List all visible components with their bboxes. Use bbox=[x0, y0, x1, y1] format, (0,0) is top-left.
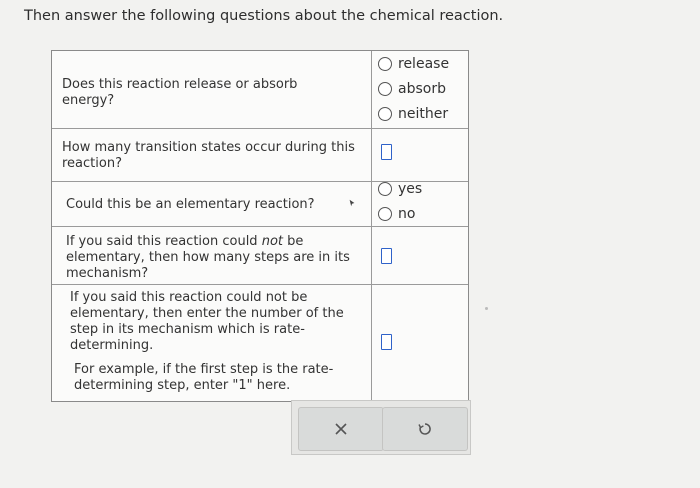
option-release[interactable]: release bbox=[378, 56, 449, 72]
dust-mark bbox=[485, 307, 488, 310]
option-no[interactable]: no bbox=[378, 206, 415, 222]
question-elementary: Could this be an elementary reaction? bbox=[66, 197, 315, 212]
radio-icon[interactable] bbox=[378, 82, 392, 96]
table-row: Does this reaction release or absorb ene… bbox=[52, 51, 468, 129]
table-row: If you said this reaction could not be e… bbox=[52, 284, 468, 403]
undo-icon bbox=[418, 423, 431, 435]
radio-icon[interactable] bbox=[378, 107, 392, 121]
transition-states-input[interactable] bbox=[381, 144, 392, 160]
reset-button[interactable] bbox=[382, 407, 468, 451]
option-absorb[interactable]: absorb bbox=[378, 81, 446, 97]
instructions: Then answer the following questions abou… bbox=[24, 8, 504, 24]
question-rate-determining: If you said this reaction could not be e… bbox=[70, 290, 344, 353]
action-bar bbox=[291, 400, 471, 455]
option-neither[interactable]: neither bbox=[378, 106, 448, 122]
question-mechanism-steps: If you said this reaction could not be e… bbox=[66, 234, 350, 281]
question-table: Does this reaction release or absorb ene… bbox=[51, 50, 469, 402]
question-energy: Does this reaction release or absorb ene… bbox=[62, 77, 298, 108]
x-icon bbox=[335, 423, 347, 435]
radio-icon[interactable] bbox=[378, 182, 392, 196]
table-row: If you said this reaction could not be e… bbox=[52, 226, 468, 285]
table-row: How many transition states occur during … bbox=[52, 128, 468, 182]
mouse-cursor-icon bbox=[349, 199, 355, 207]
table-row: Could this be an elementary reaction? ye… bbox=[52, 181, 468, 227]
rate-determining-input[interactable] bbox=[381, 334, 392, 350]
clear-button[interactable] bbox=[298, 407, 384, 451]
mechanism-steps-input[interactable] bbox=[381, 248, 392, 264]
question-transition-states: How many transition states occur during … bbox=[62, 140, 355, 171]
radio-icon[interactable] bbox=[378, 57, 392, 71]
option-yes[interactable]: yes bbox=[378, 181, 422, 197]
radio-icon[interactable] bbox=[378, 207, 392, 221]
question-example: For example, if the first step is the ra… bbox=[74, 362, 334, 393]
